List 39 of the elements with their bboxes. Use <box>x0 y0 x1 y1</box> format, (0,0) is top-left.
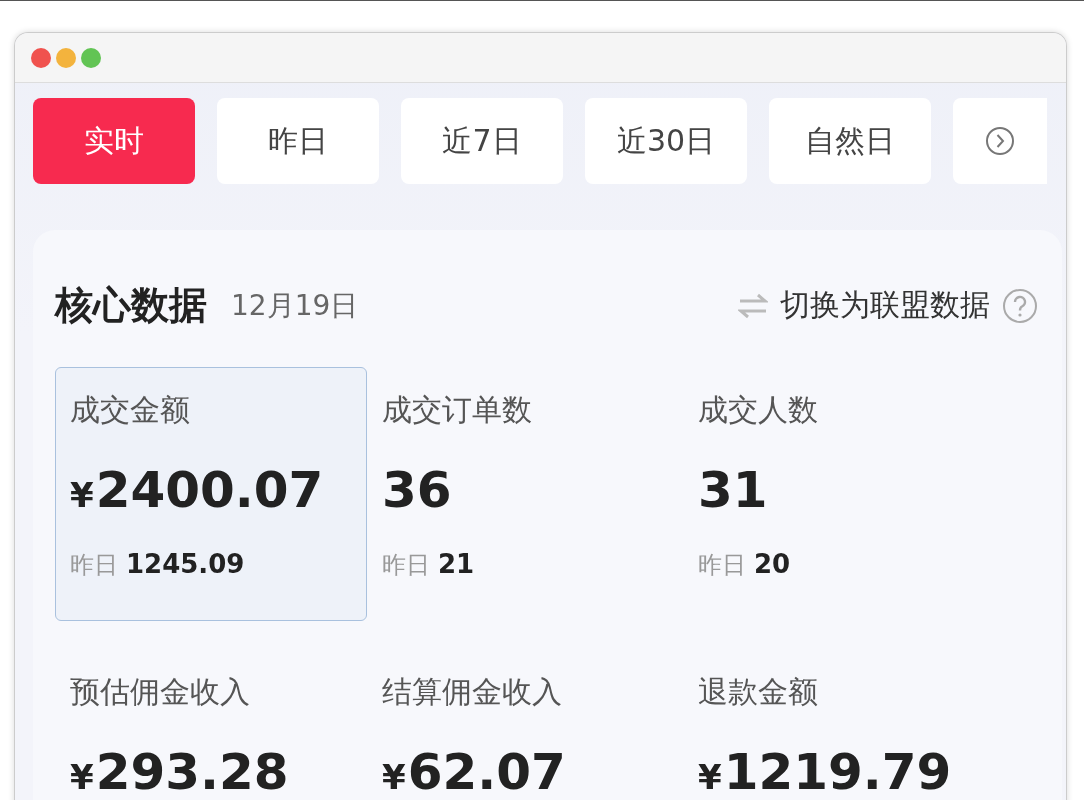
metric-tile[interactable]: 退款金额 ¥1219.79 <box>683 649 999 800</box>
date-label: 12月19日 <box>231 287 359 324</box>
help-icon[interactable] <box>1002 287 1038 324</box>
metric-value: ¥62.07 <box>382 743 567 800</box>
metric-tile[interactable]: 成交人数 31 昨日 20 <box>683 367 999 621</box>
more-tabs-button[interactable] <box>953 98 1047 184</box>
previous-value: 20 <box>754 549 791 579</box>
metric-value: 36 <box>382 461 453 519</box>
metric-tile[interactable]: 结算佣金收入 ¥62.07 <box>367 649 683 800</box>
metric-label: 结算佣金收入 <box>382 673 563 711</box>
metric-label: 退款金额 <box>698 673 819 711</box>
previous-label: 昨日 <box>698 550 746 581</box>
metric-value: 31 <box>698 461 769 519</box>
switch-data-link[interactable]: 切换为联盟数据 <box>738 285 1038 326</box>
close-button[interactable] <box>31 47 51 68</box>
date-range-tab[interactable]: 近30日 <box>585 98 747 184</box>
previous-label: 昨日 <box>70 550 118 581</box>
metric-label: 成交订单数 <box>382 391 533 429</box>
minimize-button[interactable] <box>56 47 76 68</box>
metric-label: 成交人数 <box>698 391 819 429</box>
previous-value: 21 <box>438 549 475 579</box>
metric-value: ¥2400.07 <box>70 461 325 519</box>
previous-label: 昨日 <box>382 550 430 581</box>
date-range-tab[interactable]: 自然日 <box>769 98 931 184</box>
section-title: 核心数据 <box>55 282 207 329</box>
previous-value: 1245.09 <box>126 549 245 579</box>
date-range-tab[interactable]: 近7日 <box>401 98 563 184</box>
metric-tile[interactable]: 预估佣金收入 ¥293.28 <box>55 649 367 800</box>
metric-value: ¥293.28 <box>70 743 290 800</box>
swap-arrows-icon <box>738 292 768 319</box>
date-range-tab[interactable]: 昨日 <box>217 98 379 184</box>
date-range-tab[interactable]: 实时 <box>33 98 195 184</box>
metric-tile[interactable]: 成交订单数 36 昨日 21 <box>367 367 683 621</box>
chevron-right-icon <box>985 126 1015 156</box>
metric-label: 成交金额 <box>70 391 191 429</box>
zoom-button[interactable] <box>81 47 101 68</box>
metric-tile[interactable]: 成交金额 ¥2400.07 昨日 1245.09 <box>55 367 367 621</box>
metric-value: ¥1219.79 <box>698 743 953 800</box>
metric-label: 预估佣金收入 <box>70 673 251 711</box>
